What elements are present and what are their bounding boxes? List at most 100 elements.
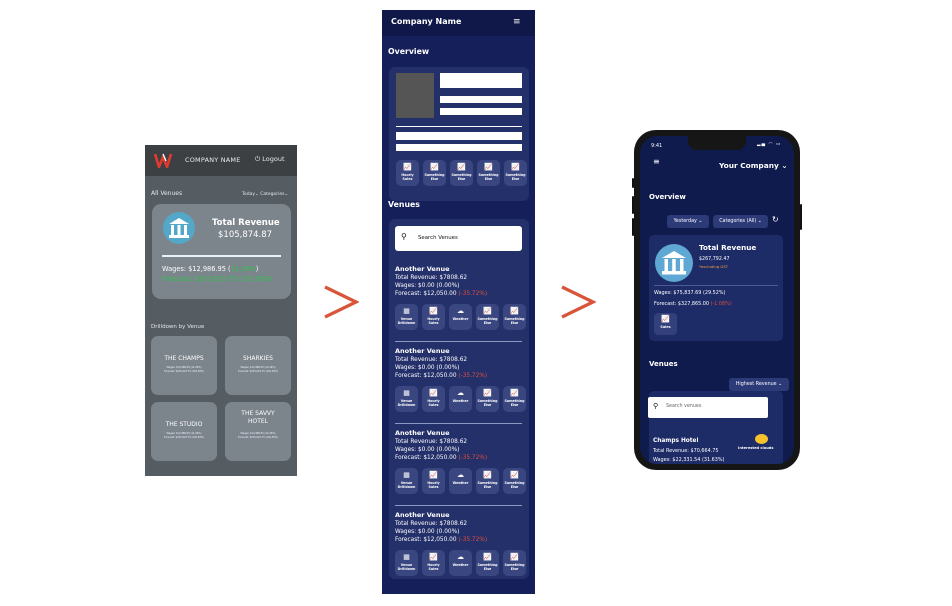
quick-action-label: Hourly Sales — [401, 173, 414, 181]
trend-icon: 📈 — [457, 163, 466, 171]
venue-card[interactable]: SHARKIES Wages: $12,986.95 (12.26%) Fore… — [225, 336, 291, 395]
company-switcher[interactable]: Your Company ⌄ — [719, 161, 788, 170]
venue-summary: Another Venue Total Revenue: $7808.62 Wa… — [395, 511, 529, 545]
refresh-icon[interactable]: ↻ — [772, 215, 779, 224]
text-placeholder — [440, 73, 522, 88]
menu-icon[interactable]: ≡ — [513, 18, 521, 27]
drilldown-icon: ▦ — [403, 553, 410, 561]
trend-icon: 📈 — [510, 471, 519, 479]
wages-text: Wages: $12,986.95 (12.26%) — [162, 265, 258, 273]
company-name: COMPANY NAME — [185, 156, 241, 164]
venue-summary: Another Venue Total Revenue: $7808.62 Wa… — [395, 265, 529, 299]
venue-action-button[interactable]: 📈 Something Else — [503, 386, 526, 412]
company-name: Company Name — [391, 17, 462, 26]
forecast-text: Forecast: $105,623.75 (102.83%) — [162, 275, 273, 283]
venues-card: ⚲ Search Venues Another Venue Total Reve… — [389, 219, 529, 579]
venue-action-button[interactable]: 📈 Something Else — [476, 304, 499, 330]
menu-icon[interactable]: ≡ — [653, 158, 660, 166]
venue-card[interactable]: THE STUDIO Wages: $12,986.95 (12.26%) Fo… — [151, 402, 217, 461]
total-revenue-label: Total Revenue — [699, 243, 757, 252]
venue-action-label: Something Else — [477, 399, 498, 407]
venue-wages: Wages: $0.00 (0.00%) — [395, 283, 460, 290]
notch — [688, 136, 746, 150]
venue-action-button[interactable]: 📈 Something Else — [476, 386, 499, 412]
venue-action-label: Something Else — [504, 399, 525, 407]
trend-icon: 📈 — [510, 307, 519, 315]
phone-button — [632, 196, 634, 214]
trend-icon: 📈 — [403, 163, 412, 171]
venue-action-button[interactable]: ☁ Weather — [449, 304, 472, 330]
text-placeholder — [440, 108, 522, 115]
venue-action-button[interactable]: 📈 Hourly Sales — [422, 304, 445, 330]
phone-screen: 9:41 ▂▄ ◠ ▭ ≡ Your Company ⌄ Overview Ye… — [640, 136, 794, 464]
trend-icon: 📈 — [430, 163, 439, 171]
quick-action-item[interactable]: 📈 Something Else — [477, 160, 500, 186]
cloud-icon: ☁ — [457, 307, 464, 315]
search-input[interactable]: ⚲ Search venues — [648, 397, 768, 418]
brand-logo-icon — [154, 153, 173, 168]
wireframe-app-screen: Company Name ≡ Overview 📈 Hourly Sales 📈 S… — [382, 10, 535, 594]
venue-summary: Another Venue Total Revenue: $7808.62 Wa… — [395, 347, 529, 381]
divider — [162, 255, 281, 257]
venue-action-button[interactable]: 📈 Something Else — [503, 550, 526, 576]
venue-action-button[interactable]: 📈 Hourly Sales — [422, 386, 445, 412]
forecast-value: Forecast: $12,050.00 — [395, 455, 459, 462]
venue-card[interactable]: THE CHAMPS Wages: $12,986.95 (12.26%) Fo… — [151, 336, 217, 395]
quick-action-sales[interactable]: 📈 Sales — [654, 313, 677, 335]
venue-action-button[interactable]: ☁ Weather — [449, 386, 472, 412]
venue-action-button[interactable]: ▦ Venue Drilldown — [395, 304, 418, 330]
forecast-percent: (-35.72%) — [458, 455, 488, 462]
venue-forecast: Forecast: $105,623.75 (102.83%) — [163, 436, 205, 439]
venue-action-button[interactable]: 📈 Hourly Sales — [422, 550, 445, 576]
quick-action-hourly-sales[interactable]: 📈 Hourly Sales — [396, 160, 419, 186]
forecast-percent: (-35.72%) — [458, 373, 488, 380]
chat-bubble-icon[interactable] — [755, 434, 768, 444]
venue-action-button[interactable]: 📈 Something Else — [476, 550, 499, 576]
venue-title: Another Venue — [395, 265, 450, 273]
venue-name: THE SAVVY HOTEL — [241, 410, 275, 425]
venue-action-button[interactable]: ☁ Weather — [449, 468, 472, 494]
search-input[interactable]: ⚲ Search Venues — [395, 226, 522, 251]
drilldown-title: Drilldown by Venue — [151, 324, 205, 330]
wages-close: ) — [255, 265, 259, 273]
quick-action-item[interactable]: 📈 Something Else — [423, 160, 446, 186]
venue-forecast: Forecast: $12,050.00 (-35.72%) — [395, 372, 529, 380]
overview-heading: Overview — [649, 193, 686, 201]
categories-label: Categories — [260, 192, 285, 197]
categories-dropdown[interactable]: Categories (All) ⌄ — [713, 215, 768, 228]
wages-value: Wages: $12,986.95 ( — [162, 265, 231, 273]
cloud-icon: ☁ — [457, 553, 464, 561]
venue-action-button[interactable]: 📈 Hourly Sales — [422, 468, 445, 494]
divider — [395, 423, 522, 424]
venue-action-button[interactable]: ▦ Venue Drilldown — [395, 550, 418, 576]
venue-action-button[interactable]: ▦ Venue Drilldown — [395, 386, 418, 412]
trend-icon: 📈 — [483, 471, 492, 479]
venue-action-button[interactable]: 📈 Something Else — [503, 468, 526, 494]
venue-action-button[interactable]: 📈 Something Else — [476, 468, 499, 494]
gst-note: *excluding GST — [699, 264, 729, 269]
company-name: Your Company — [719, 161, 779, 170]
logout-button[interactable]: ⏻ Logout — [255, 155, 285, 164]
today-dropdown[interactable]: Today⌄ — [242, 192, 259, 197]
venue-card[interactable]: THE SAVVY HOTEL Wages: $12,986.95 (12.26… — [225, 402, 291, 461]
venue-action-button[interactable]: 📈 Something Else — [503, 304, 526, 330]
quick-action-item[interactable]: 📈 Something Else — [504, 160, 527, 186]
total-revenue-value: $267,792.47 — [699, 257, 730, 262]
quick-action-item[interactable]: 📈 Something Else — [450, 160, 473, 186]
sort-dropdown[interactable]: Highest Revenue ⌄ — [729, 378, 789, 391]
period-dropdown[interactable]: Yesterday ⌄ — [667, 215, 709, 228]
venue-forecast: Forecast: $12,050.00 (-35.72%) — [395, 536, 529, 544]
venue-action-button[interactable]: ☁ Weather — [449, 550, 472, 576]
categories-dropdown[interactable]: Categories⌄ — [260, 192, 288, 197]
drilldown-icon: ▦ — [403, 471, 410, 479]
venue-title: Another Venue — [395, 511, 450, 519]
quick-action-label: Something Else — [424, 173, 445, 181]
trend-icon: 📈 — [483, 389, 492, 397]
venue-forecast: Forecast: $12,050.00 (-35.72%) — [395, 454, 529, 462]
venue-action-button[interactable]: ▦ Venue Drilldown — [395, 468, 418, 494]
period-label: Yesterday — [673, 219, 697, 224]
search-placeholder: Search venues — [666, 404, 702, 409]
signal-wifi-battery-icon: ▂▄ ◠ ▭ — [757, 142, 782, 147]
sort-label: Highest Revenue — [735, 382, 777, 387]
forecast-percent: (-35.72%) — [458, 291, 488, 298]
